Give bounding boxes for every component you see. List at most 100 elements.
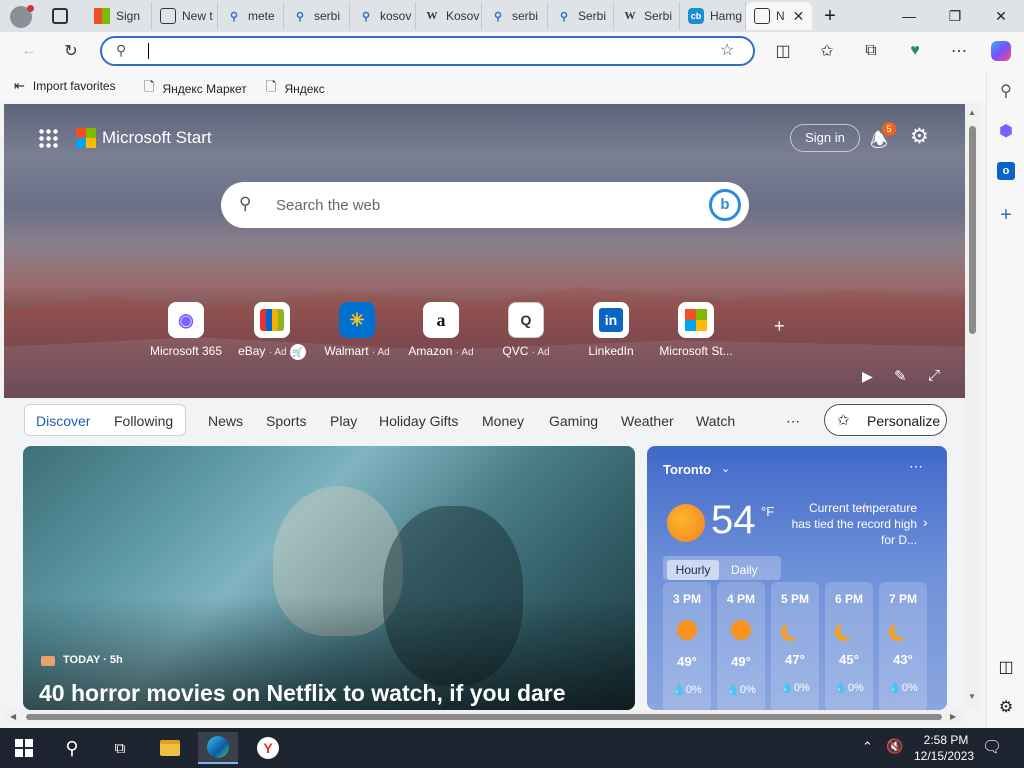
web-search-box[interactable]: ⚲ Search the web b [221, 182, 749, 228]
browser-tab[interactable]: ⚲ Serbi [548, 2, 614, 30]
weather-city[interactable]: Toronto [663, 462, 711, 477]
tab-weather[interactable]: Weather [621, 413, 674, 429]
tab-news[interactable]: News [208, 413, 243, 429]
task-view-icon[interactable]: ⧉ [100, 732, 140, 764]
address-input[interactable] [148, 43, 149, 59]
scroll-down-icon[interactable]: ▼ [968, 692, 976, 701]
more-options-icon[interactable]: ⋯ [944, 36, 974, 66]
tab-discover[interactable]: Discover [36, 413, 90, 429]
browser-tab[interactable]: ⚲ mete [218, 2, 284, 30]
browser-tab[interactable]: ⚲ kosov [350, 2, 416, 30]
browser-tab[interactable]: Sign [86, 2, 152, 30]
quick-link-qvc[interactable]: Q QVC · Ad [486, 302, 566, 358]
brand-title[interactable]: Microsoft Start [102, 128, 212, 148]
chevron-up-icon[interactable]: ⌃ [862, 739, 873, 755]
quick-link-walmart[interactable]: ✳ Walmart · Ad [317, 302, 397, 358]
split-screen-icon[interactable]: ◫ [768, 36, 798, 66]
office-icon[interactable]: ⬢ [993, 118, 1019, 144]
tab-money[interactable]: Money [482, 413, 524, 429]
search-icon[interactable]: ⚲ [993, 78, 1019, 104]
weather-note[interactable]: Current temperature has tied the record … [787, 500, 917, 548]
scroll-right-icon[interactable]: ▶ [950, 712, 956, 721]
start-button[interactable] [4, 732, 44, 764]
quick-link-msstore[interactable]: Microsoft St... [656, 302, 736, 358]
tab-following[interactable]: Following [114, 413, 173, 429]
quick-link-ebay[interactable]: eBay · Ad 🛒 [232, 302, 312, 360]
more-tabs-icon[interactable]: ⋯ [786, 413, 800, 430]
bing-chat-icon[interactable]: b [709, 189, 741, 221]
clock-time[interactable]: 2:58 PM [922, 733, 970, 747]
tab-gaming[interactable]: Gaming [549, 413, 598, 429]
quick-link-m365[interactable]: ◉ Microsoft 365 [146, 302, 226, 358]
browser-tab-active[interactable]: N ✕ [746, 2, 812, 30]
tab-label: mete [248, 9, 275, 23]
apps-launcher-icon[interactable] [38, 128, 58, 148]
news-card[interactable]: TODAY · 5h 40 horror movies on Netflix t… [23, 446, 635, 710]
collections-icon[interactable]: ⧉ [856, 36, 886, 66]
add-quick-link-icon[interactable]: + [774, 316, 785, 337]
address-bar[interactable]: ⚲ ☆ [100, 36, 755, 66]
close-tab-icon[interactable]: ✕ [793, 8, 805, 25]
refresh-button[interactable]: ↻ [56, 36, 86, 66]
chevron-right-icon[interactable]: › [923, 514, 928, 530]
favorite-star-icon[interactable]: ☆ [720, 40, 734, 60]
minimize-button[interactable]: — [886, 0, 932, 32]
news-headline[interactable]: 40 horror movies on Netflix to watch, if… [39, 680, 566, 707]
quick-link-amazon[interactable]: a Amazon · Ad [401, 302, 481, 358]
scroll-left-icon[interactable]: ◀ [10, 712, 16, 721]
expand-icon[interactable]: ⤢ [928, 367, 940, 384]
vertical-scroll-thumb[interactable] [969, 126, 976, 334]
browser-tab[interactable]: W Kosov [416, 2, 482, 30]
back-button[interactable]: ← [14, 36, 44, 66]
play-background-icon[interactable]: ▶ [862, 368, 873, 385]
settings-icon[interactable]: ⚙ [993, 694, 1019, 720]
workspaces-icon[interactable] [52, 8, 68, 24]
tab-sports[interactable]: Sports [266, 413, 306, 429]
horizontal-scroll-thumb[interactable] [26, 714, 942, 720]
new-tab-button[interactable]: + [818, 4, 842, 28]
favorites-icon[interactable]: ✩ [812, 36, 842, 66]
vertical-scrollbar[interactable]: ▲ ▼ [965, 104, 979, 710]
sidebar-toggle-icon[interactable]: ◫ [993, 654, 1019, 680]
horizontal-scrollbar[interactable]: ◀ ▶ [4, 710, 965, 724]
browser-tab[interactable]: New t [152, 2, 218, 30]
tab-holiday-gifts[interactable]: Holiday Gifts [379, 413, 458, 429]
favorite-item[interactable]: 🗋 Яндекс Маркет [144, 78, 247, 100]
browser-tab[interactable]: ⚲ serbi [284, 2, 350, 30]
tab-play[interactable]: Play [330, 413, 357, 429]
settings-gear-icon[interactable]: ⚙ [910, 124, 929, 149]
file-explorer-icon[interactable] [150, 732, 190, 764]
hourly-forecast-item: 6 PM 45° 💧0% [825, 582, 873, 710]
tab-hourly[interactable]: Hourly [667, 560, 719, 580]
edge-icon[interactable] [198, 732, 238, 764]
windows-taskbar: ⚲ ⧉ Y ⌃ 🔇 2:58 PM 12/15/2023 🗨 [0, 728, 1024, 768]
clock-date[interactable]: 12/15/2023 [914, 749, 974, 763]
sign-in-button[interactable]: Sign in [790, 124, 860, 152]
quick-link-linkedin[interactable]: in LinkedIn [571, 302, 651, 358]
browser-tab[interactable]: cb Hamg [680, 2, 746, 30]
volume-muted-icon[interactable]: 🔇 [886, 738, 903, 755]
favorite-item[interactable]: 🗋 Яндекс [266, 78, 325, 100]
tab-daily[interactable]: Daily [731, 563, 758, 577]
notification-center-icon[interactable]: 🗨 [982, 737, 1002, 757]
personalize-button[interactable]: ✩ Personalize [824, 404, 947, 436]
restore-button[interactable]: ❐ [932, 0, 978, 32]
tab-label: kosov [380, 9, 412, 23]
chevron-down-icon[interactable]: ⌄ [721, 462, 730, 475]
add-icon[interactable]: + [993, 202, 1019, 228]
performance-icon[interactable]: ♥ [900, 36, 930, 66]
more-options-icon[interactable]: ⋯ [909, 458, 923, 475]
edit-background-icon[interactable]: ✎ [894, 367, 907, 385]
browser-tab[interactable]: W Serbi [614, 2, 680, 30]
weather-card[interactable]: Toronto ⌄ ⋯ 54 °F ⊹ Current temperature … [647, 446, 947, 710]
outlook-icon[interactable]: o [993, 158, 1019, 184]
tab-watch[interactable]: Watch [696, 413, 735, 429]
close-window-button[interactable]: ✕ [978, 0, 1024, 32]
search-icon[interactable]: ⚲ [52, 732, 92, 764]
scroll-up-icon[interactable]: ▲ [968, 108, 976, 117]
yandex-browser-icon[interactable]: Y [248, 732, 288, 764]
copilot-icon[interactable] [986, 36, 1016, 66]
ebay-glyph [260, 309, 284, 331]
browser-tab[interactable]: ⚲ serbi [482, 2, 548, 30]
favorite-item[interactable]: ⇤ Import favorites [14, 78, 116, 94]
